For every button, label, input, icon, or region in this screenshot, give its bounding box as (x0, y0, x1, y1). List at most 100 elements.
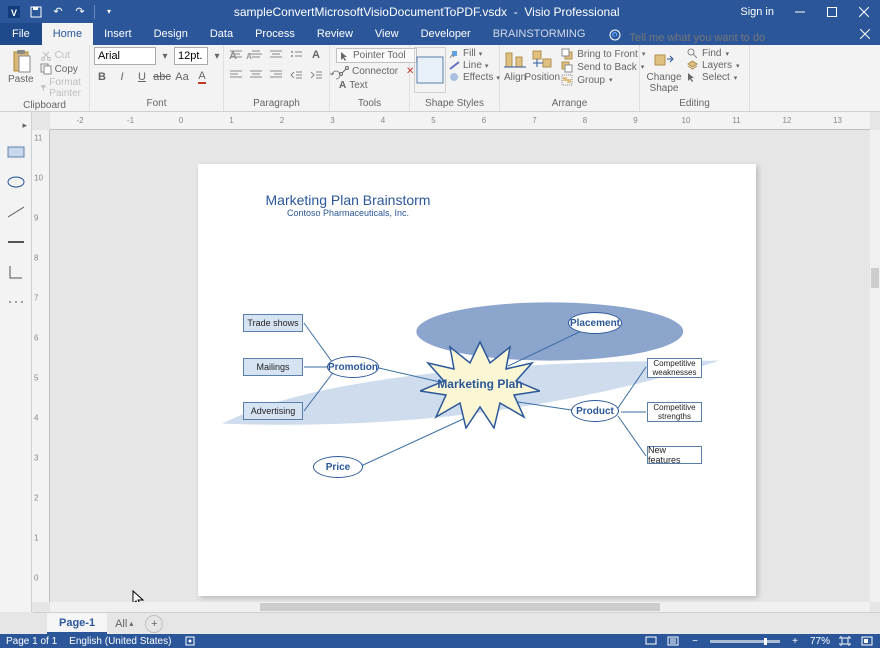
redo-icon[interactable]: ↷ (70, 2, 90, 22)
font-name-input[interactable] (94, 47, 156, 65)
bold-button[interactable]: B (94, 69, 110, 85)
add-page-button[interactable]: + (145, 615, 163, 633)
data-tab[interactable]: Data (199, 23, 244, 45)
stencil-rect-icon[interactable] (6, 142, 26, 162)
copy-button[interactable]: Copy (40, 63, 87, 75)
home-tab[interactable]: Home (42, 23, 93, 45)
view-tab[interactable]: View (364, 23, 410, 45)
position-button[interactable]: Position (526, 47, 558, 83)
page-width-icon[interactable] (666, 634, 680, 648)
font-color-button[interactable]: A (194, 69, 210, 85)
promotion-ellipse[interactable]: Promotion (327, 356, 379, 378)
align-middle-icon[interactable] (248, 47, 264, 63)
undo-icon[interactable]: ↶ (48, 2, 68, 22)
tools-group-label: Tools (334, 97, 405, 110)
underline-button[interactable]: U (134, 69, 150, 85)
fill-button[interactable]: Fill ▾ (449, 48, 500, 59)
collapse-ribbon-button[interactable] (850, 23, 880, 45)
maximize-button[interactable] (816, 0, 848, 23)
paste-button[interactable]: Paste (4, 47, 38, 85)
stencil-line2-icon[interactable] (6, 232, 26, 252)
macro-record-icon[interactable] (183, 634, 197, 648)
stencil-corner-icon[interactable] (6, 262, 26, 282)
pointer-tool-button[interactable]: Pointer Tool (336, 48, 417, 63)
font-size-dropdown-icon[interactable]: ▾ (210, 48, 224, 64)
zoom-out-button[interactable]: − (688, 634, 702, 648)
send-to-back-button[interactable]: Send to Back ▾ (561, 61, 645, 73)
align-top-icon[interactable] (228, 47, 244, 63)
scrollbar-horizontal[interactable] (50, 602, 870, 612)
pan-zoom-icon[interactable] (860, 634, 874, 648)
design-tab[interactable]: Design (143, 23, 199, 45)
presentation-mode-icon[interactable] (644, 634, 658, 648)
trade-shows-box[interactable]: Trade shows (243, 314, 303, 332)
comp-str-box[interactable]: Competitive strengths (647, 402, 702, 422)
scrollbar-vertical[interactable] (870, 130, 880, 602)
quick-styles-button[interactable] (414, 47, 446, 93)
status-page: Page 1 of 1 (6, 636, 57, 647)
change-shape-button[interactable]: Change Shape (644, 47, 684, 94)
bullets-icon[interactable] (288, 47, 304, 63)
qat-customize-icon[interactable]: ▾ (99, 2, 119, 22)
stencil-more-icon[interactable] (6, 292, 26, 312)
comp-weak-box[interactable]: Competitive weaknesses (647, 358, 702, 378)
sign-in-button[interactable]: Sign in (730, 6, 784, 18)
connector-tool-button[interactable]: Connector (336, 65, 401, 78)
line-button[interactable]: Line ▾ (449, 60, 500, 71)
text-direction-icon[interactable]: A (308, 47, 324, 63)
text-tool-button[interactable]: AText (336, 79, 417, 92)
insert-tab[interactable]: Insert (93, 23, 143, 45)
effects-button[interactable]: Effects ▾ (449, 72, 500, 83)
file-tab[interactable]: File (0, 23, 42, 45)
fit-page-icon[interactable] (838, 634, 852, 648)
close-window-button[interactable] (848, 0, 880, 23)
find-button[interactable]: Find ▾ (687, 48, 740, 59)
tell-me-input[interactable] (629, 32, 809, 44)
select-button[interactable]: Select ▾ (687, 72, 740, 83)
status-language[interactable]: English (United States) (69, 636, 171, 647)
marketing-plan-burst[interactable]: Marketing Plan (420, 339, 540, 429)
mailings-box[interactable]: Mailings (243, 358, 303, 376)
bring-to-front-button[interactable]: Bring to Front ▾ (561, 48, 645, 60)
save-icon[interactable] (26, 2, 46, 22)
font-name-dropdown-icon[interactable]: ▾ (158, 48, 172, 64)
paragraph-group-label: Paragraph (228, 97, 325, 110)
layers-button[interactable]: Layers ▾ (687, 60, 740, 71)
review-tab[interactable]: Review (306, 23, 364, 45)
align-button[interactable]: Align (504, 47, 526, 83)
strike-button[interactable]: abc (154, 69, 170, 85)
paste-label: Paste (8, 74, 34, 85)
brainstorming-tab[interactable]: BRAINSTORMING (482, 23, 597, 45)
indent-inc-icon[interactable] (308, 67, 324, 83)
price-ellipse[interactable]: Price (313, 456, 363, 478)
help-icon[interactable] (606, 26, 624, 44)
align-right-icon[interactable] (268, 67, 284, 83)
new-features-box[interactable]: New features (647, 446, 702, 464)
mouse-cursor (132, 590, 146, 602)
developer-tab[interactable]: Developer (410, 23, 482, 45)
visio-icon[interactable]: V (4, 2, 24, 22)
align-bottom-icon[interactable] (268, 47, 284, 63)
process-tab[interactable]: Process (244, 23, 306, 45)
stencil-ellipse-icon[interactable] (6, 172, 26, 192)
expand-shapes-pane-icon[interactable]: ▸ (0, 118, 31, 132)
page-tab-1[interactable]: Page-1 (47, 613, 107, 634)
font-size-input[interactable] (174, 47, 208, 65)
indent-dec-icon[interactable] (288, 67, 304, 83)
advertising-box[interactable]: Advertising (243, 402, 303, 420)
zoom-in-button[interactable]: + (788, 634, 802, 648)
text-case-button[interactable]: Aa (174, 69, 190, 85)
page-tab-all[interactable]: All ▴ (107, 618, 141, 630)
stencil-line-icon[interactable] (6, 202, 26, 222)
group-button[interactable]: Group ▾ (561, 74, 645, 86)
product-ellipse[interactable]: Product (571, 400, 619, 422)
minimize-button[interactable] (784, 0, 816, 23)
align-center-icon[interactable] (248, 67, 264, 83)
zoom-slider[interactable] (710, 640, 780, 643)
arrange-group-label: Arrange (504, 97, 635, 110)
zoom-level[interactable]: 77% (810, 636, 830, 647)
align-left-icon[interactable] (228, 67, 244, 83)
placement-ellipse[interactable]: Placement (568, 312, 622, 334)
drawing-page[interactable]: Marketing Plan Brainstorm Contoso Pharma… (198, 164, 756, 596)
italic-button[interactable]: I (114, 69, 130, 85)
